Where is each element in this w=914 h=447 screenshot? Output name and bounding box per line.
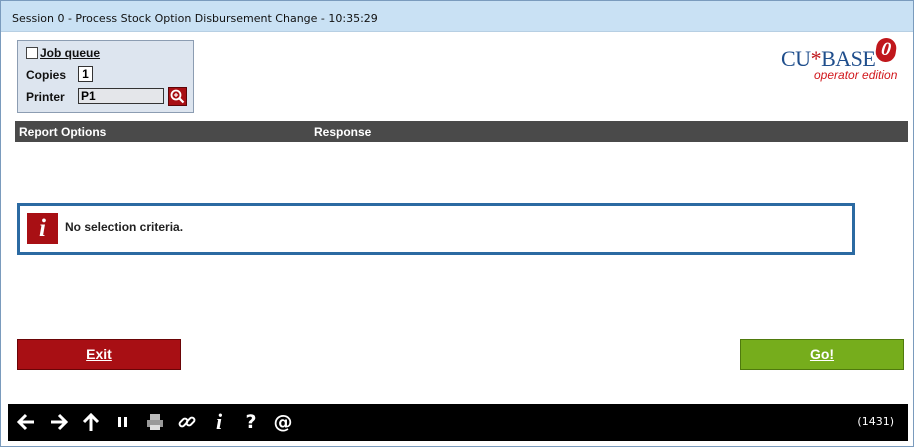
printer-input[interactable]: P1 bbox=[78, 88, 164, 104]
info-icon: i bbox=[27, 213, 58, 244]
arrow-up-icon[interactable] bbox=[80, 411, 102, 433]
exit-button[interactable]: Exit bbox=[17, 339, 181, 370]
column-report-options: Report Options bbox=[19, 125, 107, 139]
screen-code: (1431) bbox=[857, 415, 894, 428]
bottom-toolbar: i ? @ (1431) bbox=[8, 404, 908, 441]
link-icon[interactable] bbox=[176, 411, 198, 433]
job-options-panel: Job queue Copies 1 Printer P1 bbox=[17, 40, 194, 113]
magnifier-icon bbox=[170, 89, 185, 104]
go-button-label[interactable]: Go! bbox=[810, 346, 834, 362]
logo-edition: operator edition bbox=[814, 68, 898, 82]
copies-label: Copies bbox=[26, 68, 67, 82]
job-queue-checkbox[interactable] bbox=[26, 47, 38, 59]
help-icon[interactable]: ? bbox=[240, 411, 262, 433]
printer-icon[interactable] bbox=[144, 411, 166, 433]
go-button[interactable]: Go! bbox=[740, 339, 904, 370]
pause-icon[interactable] bbox=[112, 411, 134, 433]
arrow-right-icon[interactable] bbox=[48, 411, 70, 433]
printer-lookup-button[interactable] bbox=[168, 87, 187, 106]
logo-zero-badge: 0 bbox=[874, 36, 898, 64]
at-icon[interactable]: @ bbox=[272, 411, 294, 433]
title-bar: Session 0 - Process Stock Option Disburs… bbox=[1, 1, 913, 32]
info-toolbar-icon[interactable]: i bbox=[208, 411, 230, 433]
arrow-left-icon[interactable] bbox=[15, 411, 37, 433]
message-text: No selection criteria. bbox=[65, 220, 184, 234]
window-title: Session 0 - Process Stock Option Disburs… bbox=[12, 12, 378, 25]
column-response: Response bbox=[314, 125, 372, 139]
job-queue-label[interactable]: Job queue bbox=[40, 46, 100, 60]
cubase-logo: CU*BASE operator edition 0 bbox=[780, 36, 905, 86]
message-box: i No selection criteria. bbox=[17, 203, 855, 255]
main-content: Job queue Copies 1 Printer P1 CU*BASE op… bbox=[8, 32, 908, 404]
application-window: Session 0 - Process Stock Option Disburs… bbox=[0, 0, 914, 447]
printer-label: Printer bbox=[26, 90, 65, 104]
copies-input[interactable]: 1 bbox=[78, 66, 93, 82]
report-options-header: Report Options Response bbox=[15, 121, 908, 142]
job-queue-row[interactable]: Job queue bbox=[26, 46, 100, 60]
exit-button-label[interactable]: Exit bbox=[86, 346, 112, 362]
